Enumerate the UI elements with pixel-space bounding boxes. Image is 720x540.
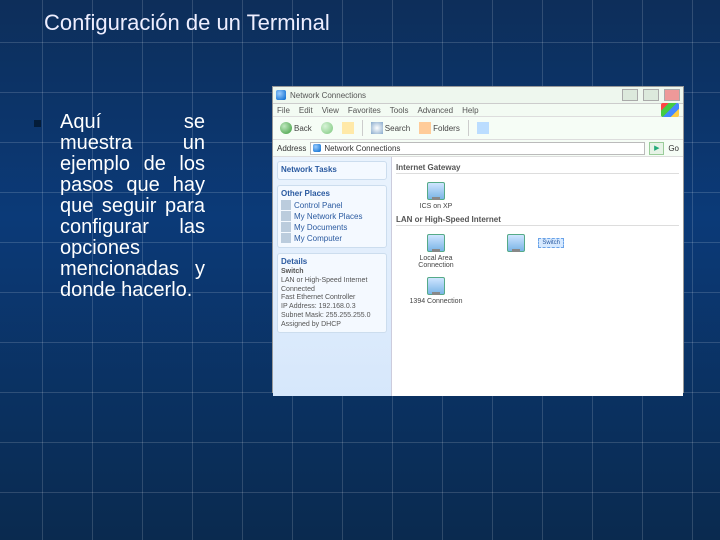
forward-icon [321,122,333,134]
section-internet-gateway: Internet Gateway [396,163,679,174]
details-dhcp: Assigned by DHCP [281,321,341,328]
windows-flag-icon [661,103,679,117]
details-panel: Details Switch LAN or High-Speed Interne… [277,253,387,333]
menu-view[interactable]: View [322,106,339,115]
details-mask: Subnet Mask: 255.255.255.0 [281,312,371,319]
toolbar-separator-2 [468,120,469,136]
network-tasks-title: Network Tasks [281,165,383,174]
firewire-icon [423,275,449,297]
menu-bar: File Edit View Favorites Tools Advanced … [273,104,683,117]
item-1394[interactable]: 1394 Connection [406,275,466,305]
item-1394-label: 1394 Connection [410,298,463,305]
selected-label: Switch [538,238,564,248]
other-places-panel: Other Places Control Panel My Network Pl… [277,185,387,248]
details-status: Connected [281,286,315,293]
link-network-places-label: My Network Places [294,212,362,221]
switch-icon [503,232,529,254]
link-network-places[interactable]: My Network Places [281,211,383,221]
back-button[interactable]: Back [277,121,315,135]
window-title: Network Connections [290,91,366,100]
other-places-title: Other Places [281,189,383,198]
folders-icon [419,122,431,134]
bullet-icon [34,120,41,127]
details-title: Details [281,257,383,266]
views-icon [477,122,489,134]
item-ics[interactable]: ICS on XP [406,180,466,210]
close-button[interactable] [664,89,680,101]
gateway-icon [423,180,449,202]
search-button[interactable]: Search [368,121,413,135]
details-type: LAN or High-Speed Internet [281,277,367,284]
address-value: Network Connections [324,144,400,153]
link-my-documents[interactable]: My Documents [281,222,383,232]
folders-button[interactable]: Folders [416,121,463,135]
item-switch[interactable]: Switch . [486,232,546,262]
link-control-panel[interactable]: Control Panel [281,200,383,210]
lan-icon [423,232,449,254]
address-icon [313,144,321,152]
up-icon [342,122,354,134]
details-adapter: Fast Ethernet Controller [281,294,355,301]
search-label: Search [385,124,410,133]
section-lan: LAN or High-Speed Internet [396,215,679,226]
address-input[interactable]: Network Connections [310,142,645,155]
back-label: Back [294,124,312,133]
menu-tools[interactable]: Tools [390,106,409,115]
go-label: Go [668,144,679,153]
window-titlebar: Network Connections [273,87,683,104]
item-ics-label: ICS on XP [420,203,453,210]
side-panel: Network Tasks Other Places Control Panel… [273,157,392,396]
slide-title: Configuración de un Terminal [44,10,330,36]
folders-label: Folders [433,124,460,133]
documents-icon [281,222,291,232]
menu-favorites[interactable]: Favorites [348,106,381,115]
address-label: Address [277,144,306,153]
views-button[interactable] [474,121,492,135]
search-icon [371,122,383,134]
maximize-button[interactable] [643,89,659,101]
slide-paragraph: Aquí se muestra un ejemplo de los pasos … [60,112,205,301]
menu-file[interactable]: File [277,106,290,115]
menu-advanced[interactable]: Advanced [417,106,453,115]
item-lac-label: Local Area Connection [406,255,466,269]
forward-button[interactable] [318,121,336,135]
go-button[interactable]: ▶ [649,142,664,155]
details-name: Switch [281,268,304,275]
toolbar-separator [362,120,363,136]
control-panel-icon [281,200,291,210]
toolbar: Back Search Folders [273,117,683,140]
up-button[interactable] [339,121,357,135]
screenshot-window: Network Connections File Edit View Favor… [272,86,684,393]
menu-help[interactable]: Help [462,106,478,115]
address-bar: Address Network Connections ▶ Go [273,140,683,157]
main-panel: Internet Gateway ICS on XP LAN or High-S… [392,157,683,396]
link-control-panel-label: Control Panel [294,201,342,210]
network-places-icon [281,211,291,221]
network-icon [276,90,286,100]
link-my-computer[interactable]: My Computer [281,233,383,243]
back-icon [280,122,292,134]
link-my-computer-label: My Computer [294,234,342,243]
item-lac[interactable]: Local Area Connection [406,232,466,269]
link-my-documents-label: My Documents [294,223,347,232]
minimize-button[interactable] [622,89,638,101]
network-tasks-panel: Network Tasks [277,161,387,180]
computer-icon [281,233,291,243]
details-ip: IP Address: 192.168.0.3 [281,303,356,310]
menu-edit[interactable]: Edit [299,106,313,115]
